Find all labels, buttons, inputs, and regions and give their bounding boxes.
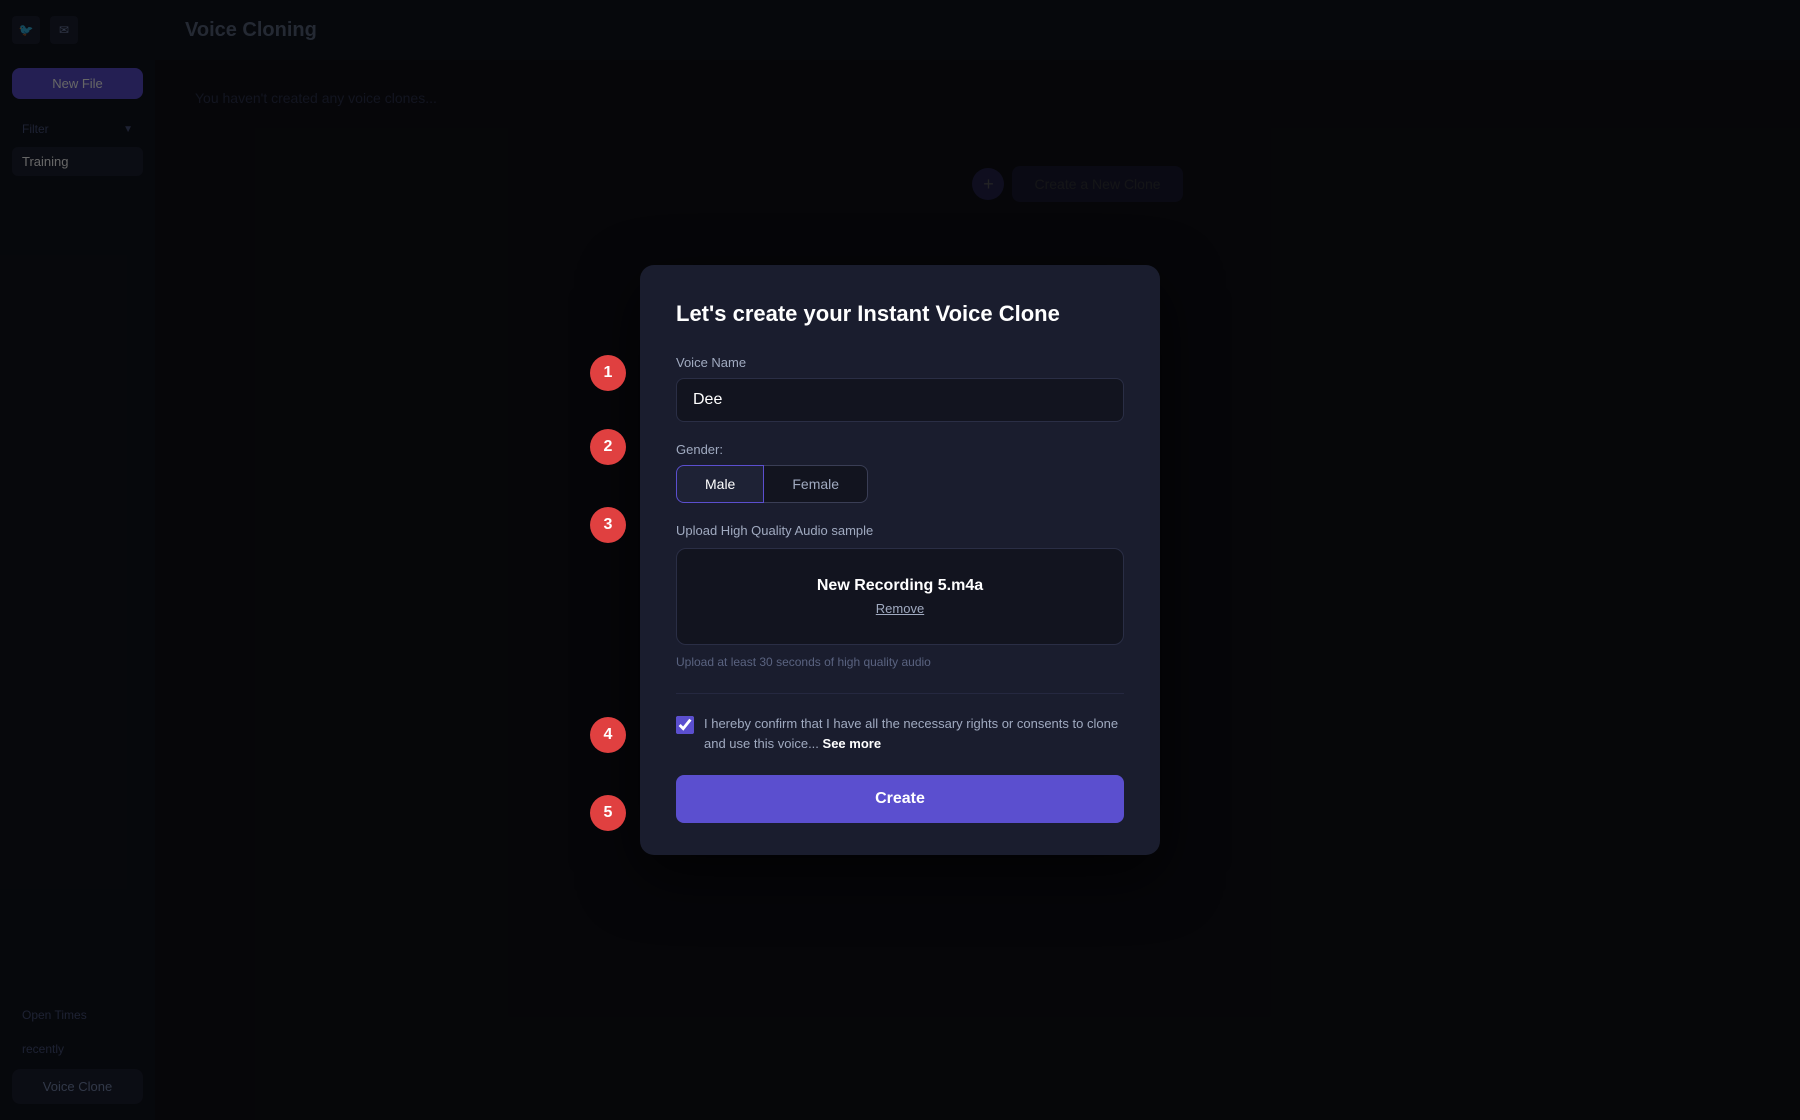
modal-title: Let's create your Instant Voice Clone [676, 301, 1124, 327]
consent-checkbox[interactable] [676, 716, 694, 734]
gender-female-button[interactable]: Female [764, 465, 868, 503]
remove-audio-link[interactable]: Remove [693, 601, 1107, 616]
audio-filename: New Recording 5.m4a [693, 577, 1107, 595]
step-badge-1: 1 [590, 355, 626, 391]
consent-row: I hereby confirm that I have all the nec… [676, 714, 1124, 753]
consent-text: I hereby confirm that I have all the nec… [704, 714, 1124, 753]
modal-divider [676, 693, 1124, 694]
audio-upload-box[interactable]: New Recording 5.m4a Remove [676, 548, 1124, 645]
voice-name-input[interactable] [676, 378, 1124, 422]
gender-male-button[interactable]: Male [676, 465, 764, 503]
create-voice-button[interactable]: Create [676, 775, 1124, 823]
step-badge-3: 3 [590, 507, 626, 543]
audio-section-label: Upload High Quality Audio sample [676, 523, 1124, 538]
step-badge-2: 2 [590, 429, 626, 465]
voice-name-label: Voice Name [676, 355, 1124, 370]
modal-overlay: 1 2 3 4 5 Let's create your Instant Voic… [0, 0, 1800, 1120]
step-badge-5: 5 [590, 795, 626, 831]
create-voice-modal: Let's create your Instant Voice Clone Vo… [640, 265, 1160, 855]
audio-hint-text: Upload at least 30 seconds of high quali… [676, 655, 1124, 669]
step-badge-4: 4 [590, 717, 626, 753]
gender-label: Gender: [676, 442, 1124, 457]
gender-selector: Male Female [676, 465, 1124, 503]
see-more-link[interactable]: See more [823, 736, 882, 751]
modal-wrapper: 1 2 3 4 5 Let's create your Instant Voic… [640, 265, 1160, 855]
